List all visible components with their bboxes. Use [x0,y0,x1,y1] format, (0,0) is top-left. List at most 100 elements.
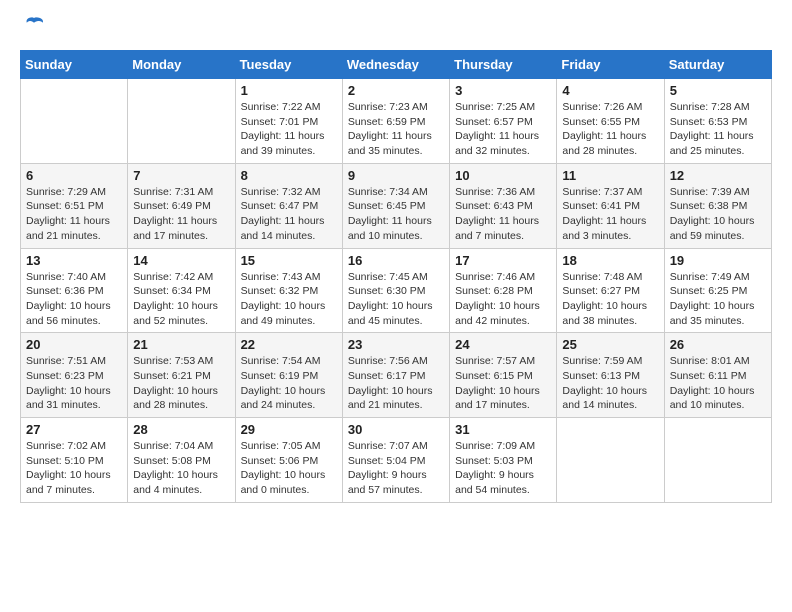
day-info: Sunrise: 7:31 AM Sunset: 6:49 PM Dayligh… [133,185,229,244]
day-number: 11 [562,168,658,183]
calendar-cell: 3 Sunrise: 7:25 AM Sunset: 6:57 PM Daylig… [450,79,557,164]
day-number: 27 [26,422,122,437]
calendar-cell: 18 Sunrise: 7:48 AM Sunset: 6:27 PM Dayli… [557,248,664,333]
day-number: 9 [348,168,444,183]
calendar-cell: 30 Sunrise: 7:07 AM Sunset: 5:04 PM Dayli… [342,418,449,503]
calendar-cell: 6Sunrise: 7:29 AM Sunset: 6:51 PM Daylig… [21,163,128,248]
calendar-header-row: SundayMondayTuesdayWednesdayThursdayFrid… [21,51,772,79]
day-number: 22 [241,337,337,352]
day-info: Sunrise: 7:32 AM Sunset: 6:47 PM Dayligh… [241,185,337,244]
calendar-cell: 12 Sunrise: 7:39 AM Sunset: 6:38 PM Dayli… [664,163,771,248]
day-info: Sunrise: 7:49 AM Sunset: 6:25 PM Dayligh… [670,270,766,329]
column-header-wednesday: Wednesday [342,51,449,79]
logo-bird-icon [22,14,46,38]
day-info: Sunrise: 7:22 AM Sunset: 7:01 PM Dayligh… [241,100,337,159]
calendar-cell: 2 Sunrise: 7:23 AM Sunset: 6:59 PM Daylig… [342,79,449,164]
logo [20,20,46,34]
day-info: Sunrise: 7:09 AM Sunset: 5:03 PM Dayligh… [455,439,551,498]
day-info: Sunrise: 7:37 AM Sunset: 6:41 PM Dayligh… [562,185,658,244]
calendar-cell: 11 Sunrise: 7:37 AM Sunset: 6:41 PM Dayli… [557,163,664,248]
day-number: 5 [670,83,766,98]
day-info: Sunrise: 7:46 AM Sunset: 6:28 PM Dayligh… [455,270,551,329]
day-number: 12 [670,168,766,183]
day-info: Sunrise: 7:42 AM Sunset: 6:34 PM Dayligh… [133,270,229,329]
day-number: 20 [26,337,122,352]
calendar-cell: 15 Sunrise: 7:43 AM Sunset: 6:32 PM Dayli… [235,248,342,333]
day-info: Sunrise: 7:51 AM Sunset: 6:23 PM Dayligh… [26,354,122,413]
day-number: 18 [562,253,658,268]
calendar-week-row: 6Sunrise: 7:29 AM Sunset: 6:51 PM Daylig… [21,163,772,248]
day-number: 3 [455,83,551,98]
calendar-week-row: 13 Sunrise: 7:40 AM Sunset: 6:36 PM Dayli… [21,248,772,333]
day-info: Sunrise: 7:29 AM Sunset: 6:51 PM Dayligh… [26,185,122,244]
day-number: 21 [133,337,229,352]
day-number: 31 [455,422,551,437]
day-number: 8 [241,168,337,183]
day-number: 16 [348,253,444,268]
day-number: 25 [562,337,658,352]
column-header-tuesday: Tuesday [235,51,342,79]
calendar-cell: 14Sunrise: 7:42 AM Sunset: 6:34 PM Dayli… [128,248,235,333]
day-number: 4 [562,83,658,98]
day-info: Sunrise: 7:05 AM Sunset: 5:06 PM Dayligh… [241,439,337,498]
calendar-cell: 16 Sunrise: 7:45 AM Sunset: 6:30 PM Dayli… [342,248,449,333]
day-info: Sunrise: 7:26 AM Sunset: 6:55 PM Dayligh… [562,100,658,159]
day-number: 13 [26,253,122,268]
day-info: Sunrise: 7:04 AM Sunset: 5:08 PM Dayligh… [133,439,229,498]
calendar-cell: 7 Sunrise: 7:31 AM Sunset: 6:49 PM Daylig… [128,163,235,248]
calendar-cell: 25 Sunrise: 7:59 AM Sunset: 6:13 PM Dayli… [557,333,664,418]
day-info: Sunrise: 7:43 AM Sunset: 6:32 PM Dayligh… [241,270,337,329]
day-info: Sunrise: 7:23 AM Sunset: 6:59 PM Dayligh… [348,100,444,159]
calendar-cell: 27 Sunrise: 7:02 AM Sunset: 5:10 PM Dayli… [21,418,128,503]
calendar-cell [664,418,771,503]
day-number: 1 [241,83,337,98]
day-number: 17 [455,253,551,268]
day-number: 7 [133,168,229,183]
day-info: Sunrise: 7:28 AM Sunset: 6:53 PM Dayligh… [670,100,766,159]
column-header-thursday: Thursday [450,51,557,79]
calendar-cell: 1 Sunrise: 7:22 AM Sunset: 7:01 PM Daylig… [235,79,342,164]
day-info: Sunrise: 7:39 AM Sunset: 6:38 PM Dayligh… [670,185,766,244]
calendar-cell: 19 Sunrise: 7:49 AM Sunset: 6:25 PM Dayli… [664,248,771,333]
day-info: Sunrise: 7:02 AM Sunset: 5:10 PM Dayligh… [26,439,122,498]
day-number: 2 [348,83,444,98]
calendar-cell: 22 Sunrise: 7:54 AM Sunset: 6:19 PM Dayli… [235,333,342,418]
calendar-cell: 9 Sunrise: 7:34 AM Sunset: 6:45 PM Daylig… [342,163,449,248]
calendar-cell: 8 Sunrise: 7:32 AM Sunset: 6:47 PM Daylig… [235,163,342,248]
day-number: 19 [670,253,766,268]
calendar-cell: 24Sunrise: 7:57 AM Sunset: 6:15 PM Dayli… [450,333,557,418]
column-header-saturday: Saturday [664,51,771,79]
calendar-week-row: 27 Sunrise: 7:02 AM Sunset: 5:10 PM Dayli… [21,418,772,503]
calendar-cell [557,418,664,503]
day-info: Sunrise: 7:40 AM Sunset: 6:36 PM Dayligh… [26,270,122,329]
day-info: Sunrise: 7:56 AM Sunset: 6:17 PM Dayligh… [348,354,444,413]
calendar-cell [128,79,235,164]
day-info: Sunrise: 7:25 AM Sunset: 6:57 PM Dayligh… [455,100,551,159]
column-header-friday: Friday [557,51,664,79]
calendar-cell: 26 Sunrise: 8:01 AM Sunset: 6:11 PM Dayli… [664,333,771,418]
day-info: Sunrise: 7:54 AM Sunset: 6:19 PM Dayligh… [241,354,337,413]
column-header-sunday: Sunday [21,51,128,79]
day-info: Sunrise: 8:01 AM Sunset: 6:11 PM Dayligh… [670,354,766,413]
day-number: 10 [455,168,551,183]
day-info: Sunrise: 7:45 AM Sunset: 6:30 PM Dayligh… [348,270,444,329]
calendar-cell: 23Sunrise: 7:56 AM Sunset: 6:17 PM Dayli… [342,333,449,418]
calendar-cell: 20 Sunrise: 7:51 AM Sunset: 6:23 PM Dayli… [21,333,128,418]
day-info: Sunrise: 7:53 AM Sunset: 6:21 PM Dayligh… [133,354,229,413]
day-info: Sunrise: 7:59 AM Sunset: 6:13 PM Dayligh… [562,354,658,413]
day-info: Sunrise: 7:48 AM Sunset: 6:27 PM Dayligh… [562,270,658,329]
day-info: Sunrise: 7:34 AM Sunset: 6:45 PM Dayligh… [348,185,444,244]
calendar-cell: 5 Sunrise: 7:28 AM Sunset: 6:53 PM Daylig… [664,79,771,164]
calendar-cell: 31 Sunrise: 7:09 AM Sunset: 5:03 PM Dayli… [450,418,557,503]
day-info: Sunrise: 7:36 AM Sunset: 6:43 PM Dayligh… [455,185,551,244]
day-number: 15 [241,253,337,268]
calendar-cell: 17 Sunrise: 7:46 AM Sunset: 6:28 PM Dayli… [450,248,557,333]
day-number: 26 [670,337,766,352]
column-header-monday: Monday [128,51,235,79]
day-info: Sunrise: 7:57 AM Sunset: 6:15 PM Dayligh… [455,354,551,413]
calendar-week-row: 20 Sunrise: 7:51 AM Sunset: 6:23 PM Dayli… [21,333,772,418]
day-info: Sunrise: 7:07 AM Sunset: 5:04 PM Dayligh… [348,439,444,498]
day-number: 28 [133,422,229,437]
calendar-cell: 13 Sunrise: 7:40 AM Sunset: 6:36 PM Dayli… [21,248,128,333]
day-number: 30 [348,422,444,437]
